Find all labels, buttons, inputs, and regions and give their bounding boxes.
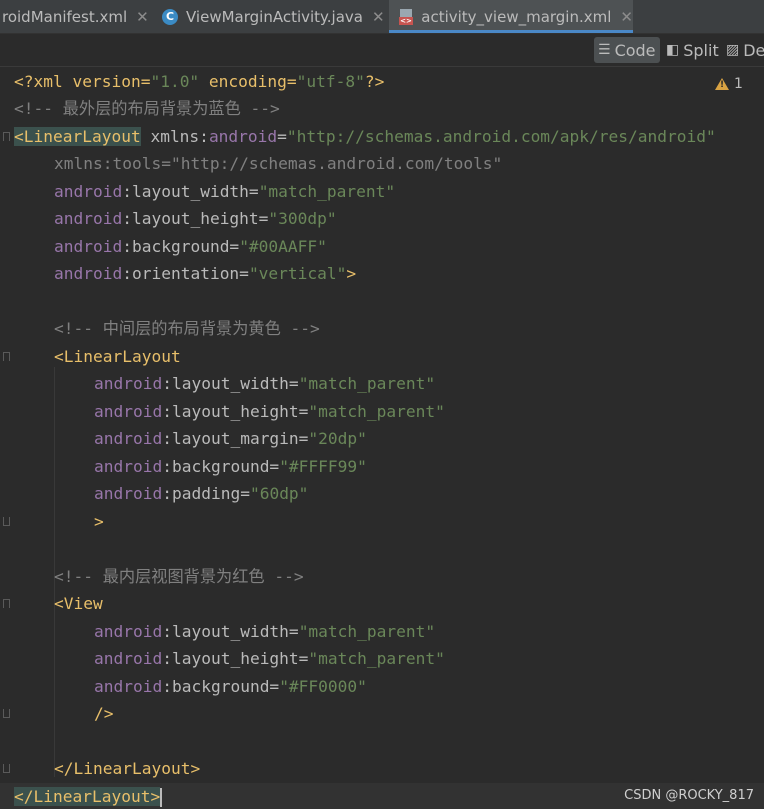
editor-tab-bar: roidManifest.xml ✕ C ViewMarginActivity.… — [0, 0, 764, 34]
split-icon: ◧ — [666, 42, 680, 58]
code-line: <LinearLayout — [54, 347, 181, 366]
tab-view-margin-activity[interactable]: C ViewMarginActivity.java ✕ — [156, 0, 388, 33]
code-editor[interactable]: ! 1 <?xml version="1.0" encoding="utf-8"… — [0, 67, 764, 809]
tab-label: activity_view_margin.xml — [421, 7, 612, 26]
code-line: /> — [94, 704, 114, 723]
close-icon[interactable]: ✕ — [372, 8, 385, 26]
tab-android-manifest[interactable]: roidManifest.xml ✕ — [0, 0, 155, 33]
inspection-widget[interactable]: ! 1 — [715, 76, 743, 92]
code-line: android:background="#FF0000" — [94, 677, 367, 696]
code-comment: <!-- 最外层的布局背景为蓝色 --> — [14, 99, 280, 118]
code-line: <LinearLayout xmlns:android="http://sche… — [14, 127, 716, 146]
code-line: android:background="#00AAFF" — [54, 237, 327, 256]
code-line: android:orientation="vertical"> — [54, 264, 357, 283]
code-line: android:layout_margin="20dp" — [94, 429, 367, 448]
fold-marker[interactable] — [3, 764, 10, 773]
tab-label: ViewMarginActivity.java — [186, 7, 363, 26]
close-icon[interactable]: ✕ — [136, 8, 149, 26]
text-caret — [160, 788, 163, 807]
code-view-label: Code — [614, 40, 656, 60]
fold-marker[interactable] — [3, 352, 10, 361]
java-class-icon: C — [162, 8, 178, 25]
code-comment: <!-- 中间层的布局背景为黄色 --> — [54, 319, 320, 338]
code-line: android:padding="60dp" — [94, 484, 309, 503]
code-comment: <!-- 最内层视图背景为红色 --> — [54, 567, 304, 586]
fold-marker[interactable] — [3, 599, 10, 608]
close-icon[interactable]: ✕ — [620, 8, 633, 26]
image-icon: ▨ — [726, 42, 740, 58]
code-line: android:layout_height="300dp" — [54, 209, 337, 228]
warning-icon: ! — [715, 78, 729, 90]
lines-icon: ☰ — [598, 42, 611, 58]
code-line: > — [94, 512, 104, 531]
fold-marker[interactable] — [3, 132, 10, 141]
code-view-button[interactable]: ☰ Code — [594, 37, 660, 63]
code-line: android:layout_width="match_parent" — [54, 182, 396, 201]
split-view-button[interactable]: ◧ Split — [662, 37, 723, 63]
tab-label: roidManifest.xml — [2, 7, 128, 26]
code-line: <?xml version="1.0" encoding="utf-8"?> — [14, 72, 385, 91]
editor-view-toolbar: ☰ Code ◧ Split ▨ De — [0, 34, 764, 67]
code-line: android:background="#FFFF99" — [94, 457, 367, 476]
warning-count: 1 — [734, 76, 743, 92]
fold-marker[interactable] — [3, 709, 10, 718]
code-line: <View — [54, 594, 103, 613]
code-line: </LinearLayout> — [54, 759, 201, 778]
fold-marker[interactable] — [3, 517, 10, 526]
code-line: xmlns:tools="http://schemas.android.com/… — [54, 154, 503, 173]
design-view-label: De — [743, 40, 764, 60]
watermark: CSDN @ROCKY_817 — [624, 788, 754, 803]
split-view-label: Split — [683, 40, 719, 60]
xml-layout-icon: <> — [399, 8, 413, 25]
code-line: android:layout_height="match_parent" — [94, 649, 445, 668]
code-line: android:layout_width="match_parent" — [94, 622, 436, 641]
code-line: android:layout_width="match_parent" — [94, 374, 436, 393]
code-line: android:layout_height="match_parent" — [94, 402, 445, 421]
design-view-button[interactable]: ▨ De — [722, 37, 764, 63]
tab-activity-view-margin[interactable]: <> activity_view_margin.xml ✕ — [389, 0, 633, 33]
